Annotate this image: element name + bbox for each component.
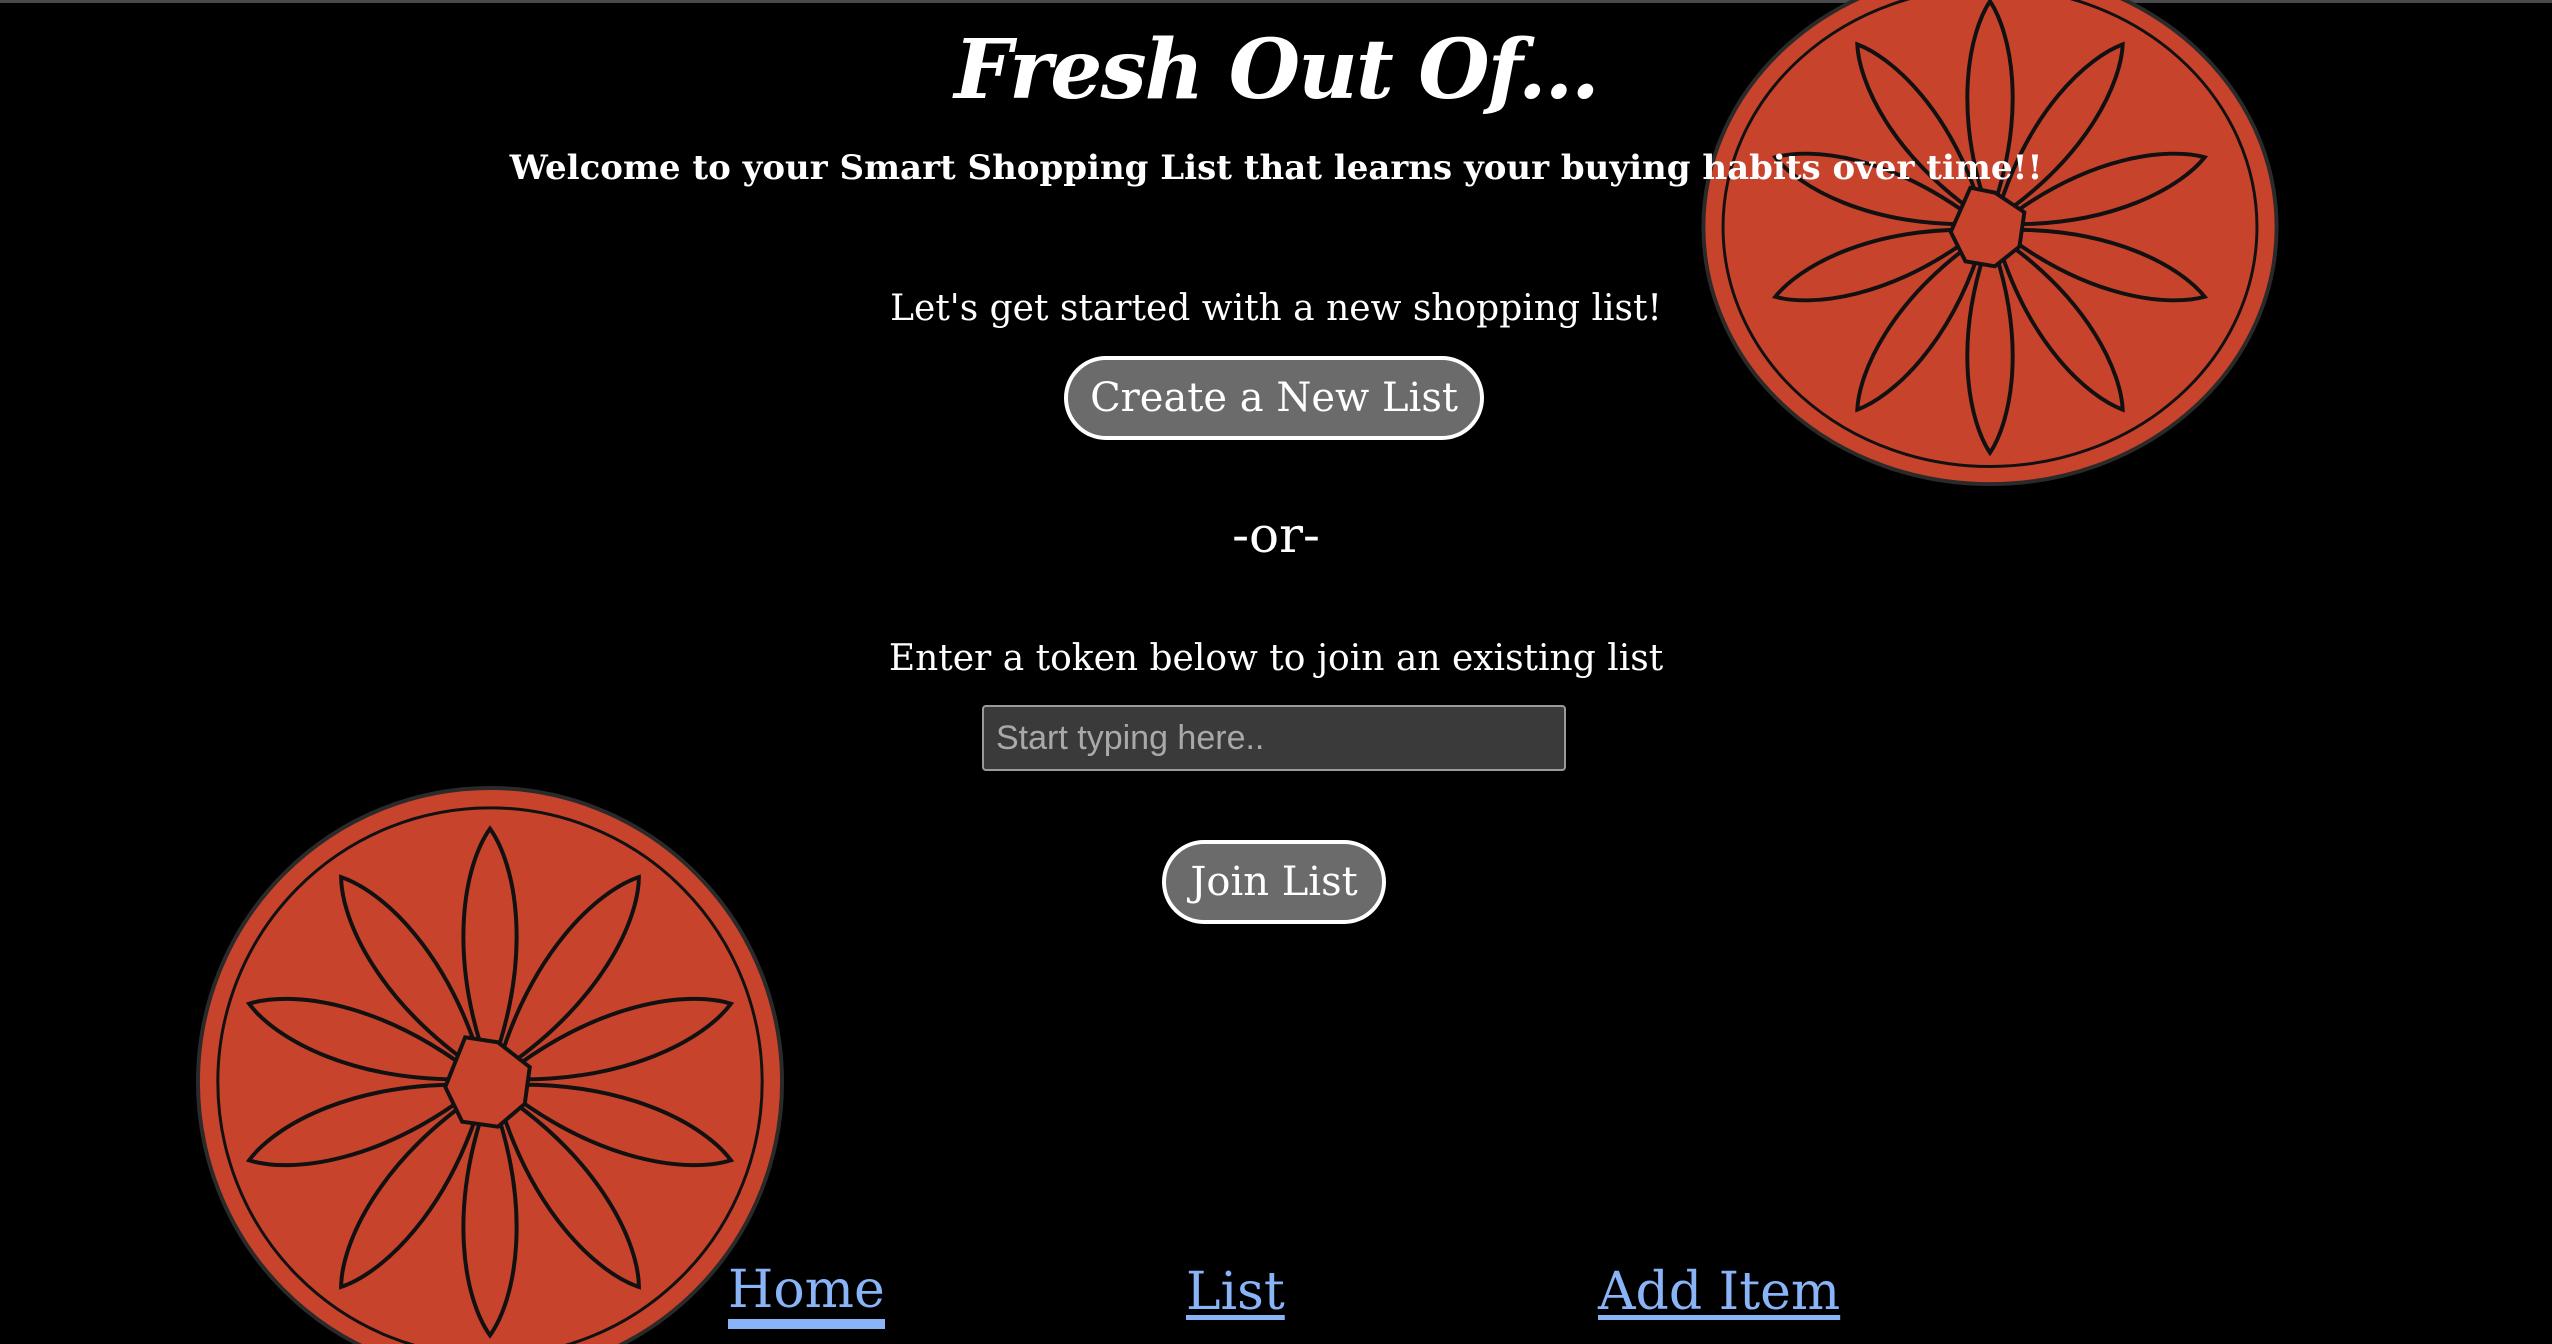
- nav-link-home[interactable]: Home: [728, 1261, 885, 1330]
- create-new-list-button[interactable]: Create a New List: [1064, 356, 1484, 440]
- nav-link-add-item[interactable]: Add Item: [1598, 1262, 1840, 1322]
- token-input[interactable]: [982, 705, 1566, 771]
- create-list-prompt: Let's get started with a new shopping li…: [890, 288, 1662, 329]
- or-divider: -or-: [1232, 506, 1320, 564]
- page-subtitle: Welcome to your Smart Shopping List that…: [509, 148, 2043, 188]
- join-list-prompt: Enter a token below to join an existing …: [888, 638, 1664, 679]
- join-list-button[interactable]: Join List: [1162, 840, 1386, 924]
- main-content: Fresh Out Of... Welcome to your Smart Sh…: [0, 0, 2552, 1344]
- page-title: Fresh Out Of...: [954, 22, 1599, 118]
- nav-link-list[interactable]: List: [1186, 1262, 1285, 1322]
